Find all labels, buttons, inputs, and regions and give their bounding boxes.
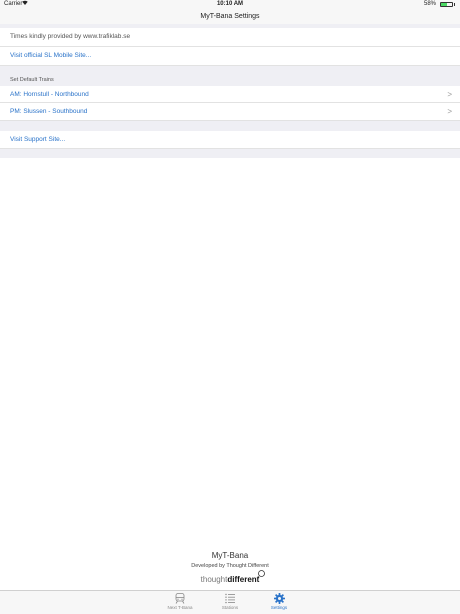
tab-bar: Next T-Bana Stations Settings: [0, 590, 460, 614]
status-bar: Carrier 10:10 AM 58%: [0, 0, 460, 10]
am-train-label: AM: Hornstull - Northbound: [10, 91, 89, 98]
support-link[interactable]: Visit Support Site...: [10, 136, 65, 143]
train-icon: [175, 593, 185, 604]
pm-train-row[interactable]: PM: Slussen - Southbound >: [0, 103, 460, 121]
am-train-row[interactable]: AM: Hornstull - Northbound >: [0, 86, 460, 103]
tab-label: Next T-Bana: [167, 605, 193, 610]
chevron-right-icon: >: [447, 90, 452, 99]
credit-row: Times kindly provided by www.trafiklab.s…: [0, 28, 460, 47]
battery-icon: [440, 2, 453, 7]
page-title: MyT-Bana Settings: [200, 13, 260, 20]
tab-next-t-bana[interactable]: Next T-Bana: [160, 593, 200, 610]
app-name: MyT-Bana: [211, 551, 249, 560]
developer-credit: Developed by Thought Different: [191, 563, 269, 569]
brand-logo[interactable]: thoughtdifferent: [0, 575, 460, 584]
tab-stations[interactable]: Stations: [210, 593, 250, 610]
tab-label: Stations: [221, 605, 239, 610]
nav-bar: MyT-Bana Settings: [0, 10, 460, 25]
list-icon: [225, 593, 235, 604]
section-header-default-trains: Set Default Trains: [10, 77, 54, 83]
credit-text: Times kindly provided by www.trafiklab.s…: [10, 33, 131, 40]
brand-thought: thought: [200, 575, 228, 584]
tab-label: Settings: [270, 605, 288, 610]
sl-mobile-link[interactable]: Visit official SL Mobile Site...: [10, 52, 91, 59]
chevron-right-icon: >: [447, 107, 452, 116]
status-time: 10:10 AM: [216, 1, 244, 7]
group-spacer: [0, 121, 460, 131]
battery-tip: [454, 3, 455, 6]
tab-settings[interactable]: Settings: [259, 593, 299, 610]
group-spacer: [0, 149, 460, 158]
sl-mobile-link-row[interactable]: Visit official SL Mobile Site...: [0, 47, 460, 66]
brand-different: different: [227, 575, 260, 584]
group-spacer: [0, 66, 460, 86]
pm-train-label: PM: Slussen - Southbound: [10, 108, 88, 115]
battery-percent: 58%: [423, 1, 436, 7]
gear-icon: [273, 593, 285, 604]
support-link-row[interactable]: Visit Support Site...: [0, 131, 460, 149]
thought-bubble-icon: [257, 570, 265, 578]
